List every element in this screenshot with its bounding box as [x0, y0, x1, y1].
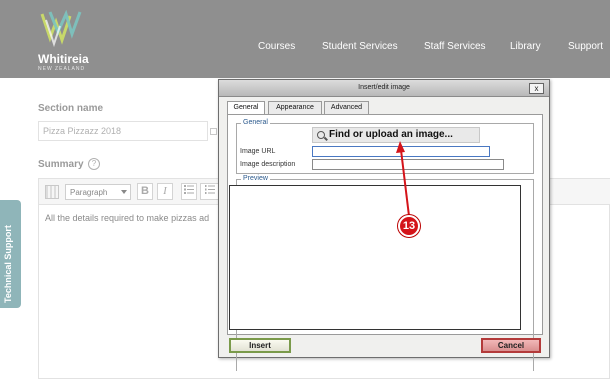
annotation-arrow	[396, 141, 410, 217]
step-number-badge: 13	[398, 215, 420, 237]
page: Whitireia NEW ZEALAND Courses Student Se…	[0, 0, 610, 379]
